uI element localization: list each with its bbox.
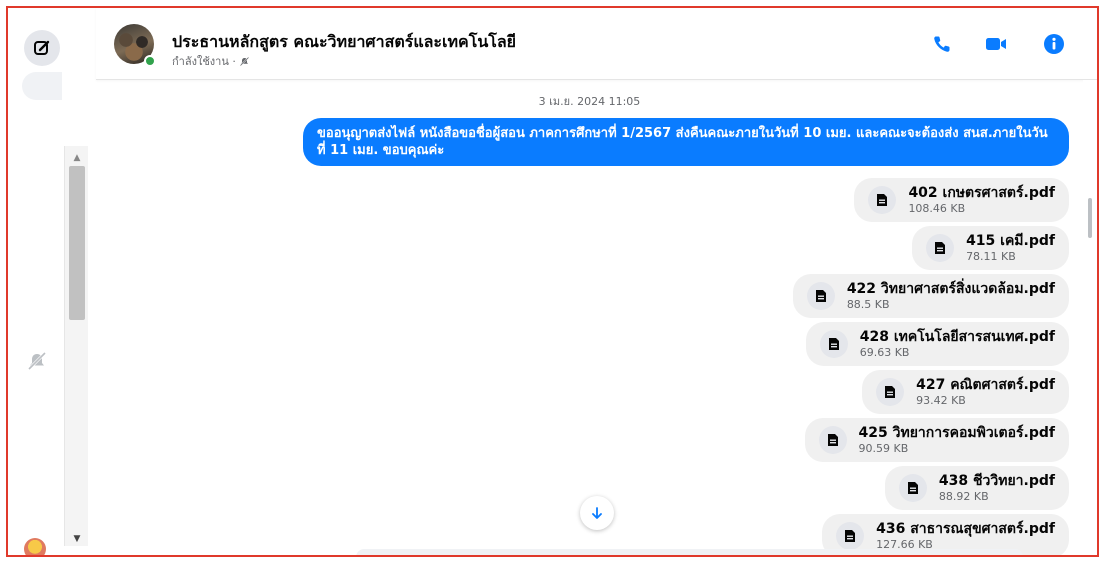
scroll-to-bottom-button[interactable] [580,496,614,530]
arrow-down-icon [592,507,602,519]
document-icon [806,282,835,310]
document-icon [819,330,848,358]
file-name: 438 ชีววิทยา.pdf [938,472,1055,489]
file-attachment[interactable]: 415 เคมี.pdf 78.11 KB [912,226,1069,270]
file-attachment[interactable]: 428 เทคโนโลยีสารสนเทศ.pdf 69.63 KB [805,322,1069,366]
file-size: 69.63 KB [859,345,910,359]
file-attachment[interactable]: 425 วิทยาการคอมพิวเตอร์.pdf 90.59 KB [804,418,1069,462]
sidebar-scroll-thumb[interactable] [69,166,85,320]
document-icon [818,426,847,454]
file-size: 108.46 KB [908,201,966,215]
file-size: 88.5 KB [846,297,890,311]
message-thread: 3 เม.ย. 2024 11:05 ขออนุญาตส่งไฟล์ หนังส… [96,80,1083,555]
file-attachment[interactable]: 438 ชีววิทยา.pdf 88.92 KB [884,466,1069,510]
avatar[interactable] [24,538,46,555]
chat-header: ประธานหลักสูตร คณะวิทยาศาสตร์และเทคโนโลย… [96,8,1097,80]
file-name: 415 เคมี.pdf [966,232,1055,249]
document-icon [836,522,865,550]
chat-status: กำลังใช้งาน · [172,52,250,70]
file-size: 90.59 KB [858,441,909,455]
messenger-window: ▲ ▼ ประธานหลักสูตร คณะวิทยาศาสตร์และเทคโ… [6,6,1099,557]
conversation-list-rail: ▲ ▼ [8,8,96,555]
sidebar-scrollbar[interactable]: ▲ ▼ [64,146,88,546]
file-name: 427 คณิตศาสตร์.pdf [916,376,1055,393]
file-size: 93.42 KB [916,393,966,407]
chat-status-text: กำลังใช้งาน · [172,55,236,68]
file-name: 422 วิทยาศาสตร์สิ่งแวดล้อม.pdf [846,280,1055,297]
scroll-up-arrow-icon[interactable]: ▲ [65,154,89,163]
thread-scrollbar[interactable] [1083,80,1097,555]
file-size: 78.11 KB [966,249,1016,263]
message-bubble[interactable]: ขออนุญาตส่งไฟล์ หนังสือขอชื่อผู้สอน ภาคก… [303,118,1069,166]
info-icon[interactable] [1042,32,1066,56]
document-icon [868,186,897,214]
muted-bell-icon [26,350,50,374]
document-icon [876,378,905,406]
file-name: 425 วิทยาการคอมพิวเตอร์.pdf [858,424,1055,441]
message-composer[interactable] [356,549,1023,555]
conversation-item-placeholder[interactable] [22,72,62,100]
video-camera-icon[interactable] [984,32,1008,56]
thread-scroll-thumb[interactable] [1088,198,1092,238]
message-timestamp: 3 เม.ย. 2024 11:05 [538,95,641,108]
file-size: 88.92 KB [938,489,989,503]
document-icon [898,474,927,502]
file-attachment[interactable]: 427 คณิตศาสตร์.pdf 93.42 KB [862,370,1069,414]
muted-bell-icon [239,56,249,66]
file-name: 436 สาธารณสุขศาสตร์.pdf [876,520,1055,537]
file-attachment[interactable]: 402 เกษตรศาสตร์.pdf 108.46 KB [854,178,1069,222]
file-attachment[interactable]: 422 วิทยาศาสตร์สิ่งแวดล้อม.pdf 88.5 KB [792,274,1069,318]
document-icon [926,234,955,262]
scroll-down-arrow-icon[interactable]: ▼ [65,535,89,544]
compose-icon[interactable] [24,30,60,66]
file-name: 428 เทคโนโลยีสารสนเทศ.pdf [859,328,1055,345]
online-status-dot [144,55,156,67]
phone-icon[interactable] [930,32,954,56]
file-name: 402 เกษตรศาสตร์.pdf [908,184,1055,201]
